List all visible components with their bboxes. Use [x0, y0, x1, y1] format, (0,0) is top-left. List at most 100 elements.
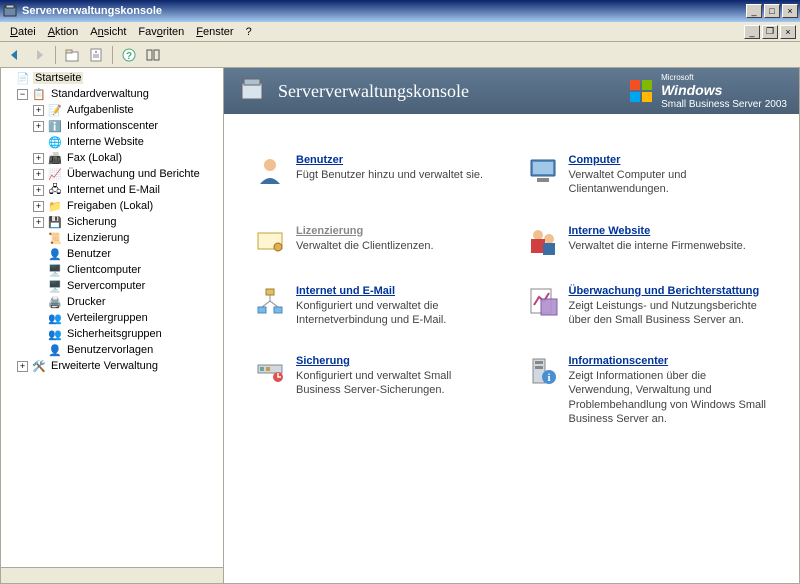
tile-desc: Verwaltet Computer und Clientanwendungen…: [569, 168, 769, 197]
app-icon: [2, 3, 18, 19]
mdi-close-button[interactable]: ×: [780, 25, 796, 39]
info-icon: i: [527, 355, 559, 387]
content-pane: Serververwaltungskonsole Microsoft Windo…: [224, 68, 800, 584]
home-icon: 📄: [15, 70, 31, 86]
tile-infocenter: i Informationscenter Zeigt Informationen …: [527, 355, 780, 426]
tile-infocenter-link[interactable]: Informationscenter: [569, 355, 769, 367]
backup-icon: [254, 355, 286, 387]
security-icon: 👥: [47, 326, 63, 342]
close-button[interactable]: ×: [782, 4, 798, 18]
tree-freigaben[interactable]: +📁Freigaben (Lokal): [1, 198, 223, 214]
menu-bar: Datei Aktion Ansicht Favoriten Fenster ?…: [0, 22, 800, 42]
network-icon: [254, 285, 286, 317]
tile-report-link[interactable]: Überwachung und Berichterstattung: [569, 285, 769, 297]
svg-text:?: ?: [126, 51, 132, 62]
tile-report: Überwachung und Berichterstattung Zeigt L…: [527, 285, 780, 328]
tree-sicherheit[interactable]: 👥Sicherheitsgruppen: [1, 326, 223, 342]
menu-datei[interactable]: Datei: [4, 24, 42, 40]
nav-tree[interactable]: 📄Startseite −📋Standardverwaltung +📝Aufga…: [0, 68, 224, 584]
computer-icon: [527, 154, 559, 186]
server-header-icon: [236, 75, 268, 107]
license-icon: [254, 225, 286, 257]
tile-sicherung: Sicherung Konfiguriert und verwaltet Smal…: [254, 355, 507, 426]
server-icon: 🖥️: [47, 278, 63, 294]
tree-server[interactable]: 🖥️Servercomputer: [1, 278, 223, 294]
minimize-button[interactable]: _: [746, 4, 762, 18]
tile-desc: Konfiguriert und verwaltet Small Busines…: [296, 369, 496, 398]
template-icon: 👤: [47, 342, 63, 358]
menu-help[interactable]: ?: [240, 24, 258, 40]
expand-icon[interactable]: +: [33, 105, 44, 116]
tree-website[interactable]: 🌐Interne Website: [1, 134, 223, 150]
expand-icon[interactable]: +: [33, 121, 44, 132]
tree-drucker[interactable]: 🖨️Drucker: [1, 294, 223, 310]
tree-aufgaben[interactable]: +📝Aufgabenliste: [1, 102, 223, 118]
tree-std[interactable]: −📋Standardverwaltung: [1, 86, 223, 102]
tile-desc: Verwaltet die interne Firmenwebsite.: [569, 239, 746, 253]
computer-icon: 🖥️: [47, 262, 63, 278]
tree-root[interactable]: 📄Startseite: [1, 70, 223, 86]
info-icon: ℹ️: [47, 118, 63, 134]
expand-icon[interactable]: +: [17, 361, 28, 372]
net-icon: 🖧: [47, 182, 63, 198]
tile-lizenz: LizenzierungVerwaltet die Clientlizenzen…: [254, 225, 507, 257]
tree-vorlagen[interactable]: 👤Benutzervorlagen: [1, 342, 223, 358]
tile-lizenz-link[interactable]: Lizenzierung: [296, 225, 434, 237]
collapse-icon[interactable]: −: [17, 89, 28, 100]
tree-internet[interactable]: +🖧Internet und E-Mail: [1, 182, 223, 198]
tree-sicherung[interactable]: +💾Sicherung: [1, 214, 223, 230]
tile-computer-link[interactable]: Computer: [569, 154, 769, 166]
tile-website: Interne Website Verwaltet die interne Fir…: [527, 225, 780, 257]
window-titlebar: Serververwaltungskonsole _ □ ×: [0, 0, 800, 22]
content-header: Serververwaltungskonsole Microsoft Windo…: [224, 68, 799, 114]
forward-button[interactable]: [28, 44, 50, 66]
show-hide-button[interactable]: [142, 44, 164, 66]
back-button[interactable]: [4, 44, 26, 66]
license-icon: 📜: [47, 230, 63, 246]
properties-button[interactable]: [85, 44, 107, 66]
tree-ueberwachung[interactable]: +📈Überwachung und Berichte: [1, 166, 223, 182]
tree-erweitert[interactable]: +🛠️Erweiterte Verwaltung: [1, 358, 223, 374]
tools-icon: 🛠️: [31, 358, 47, 374]
expand-icon[interactable]: +: [33, 153, 44, 164]
toolbar: ?: [0, 42, 800, 68]
content-title: Serververwaltungskonsole: [278, 81, 627, 102]
task-icon: 📝: [47, 102, 63, 118]
tile-grid: Benutzer Fügt Benutzer hinzu und verwalte…: [224, 114, 799, 446]
web-icon: 🌐: [47, 134, 63, 150]
tree-fax[interactable]: +📠Fax (Lokal): [1, 150, 223, 166]
user-icon: 👤: [47, 246, 63, 262]
mdi-minimize-button[interactable]: _: [744, 25, 760, 39]
up-button[interactable]: [61, 44, 83, 66]
menu-aktion[interactable]: Aktion: [42, 24, 85, 40]
tree-lizenz[interactable]: 📜Lizenzierung: [1, 230, 223, 246]
tree-client[interactable]: 🖥️Clientcomputer: [1, 262, 223, 278]
tile-desc: Zeigt Informationen über die Verwendung,…: [569, 369, 769, 426]
tile-benutzer: Benutzer Fügt Benutzer hinzu und verwalte…: [254, 154, 507, 197]
expand-icon[interactable]: +: [33, 169, 44, 180]
report-icon: [527, 285, 559, 317]
tile-benutzer-link[interactable]: Benutzer: [296, 154, 483, 166]
tile-desc: Zeigt Leistungs- und Nutzungsberichte üb…: [569, 299, 769, 328]
menu-favoriten[interactable]: Favoriten: [132, 24, 190, 40]
help-button[interactable]: ?: [118, 44, 140, 66]
expand-icon[interactable]: +: [33, 185, 44, 196]
tree-scrollbar[interactable]: [1, 567, 223, 583]
tree-info[interactable]: +ℹ️Informationscenter: [1, 118, 223, 134]
tile-internet-link[interactable]: Internet und E-Mail: [296, 285, 496, 297]
tile-desc: Konfiguriert und verwaltet die Internetv…: [296, 299, 496, 328]
printer-icon: 🖨️: [47, 294, 63, 310]
menu-fenster[interactable]: Fenster: [190, 24, 239, 40]
tile-internet: Internet und E-Mail Konfiguriert und verw…: [254, 285, 507, 328]
tree-benutzer[interactable]: 👤Benutzer: [1, 246, 223, 262]
folder-icon: 📋: [31, 86, 47, 102]
expand-icon[interactable]: +: [33, 217, 44, 228]
tile-website-link[interactable]: Interne Website: [569, 225, 746, 237]
menu-ansicht[interactable]: Ansicht: [84, 24, 132, 40]
tree-verteiler[interactable]: 👥Verteilergruppen: [1, 310, 223, 326]
tile-desc: Fügt Benutzer hinzu und verwaltet sie.: [296, 168, 483, 182]
expand-icon[interactable]: +: [33, 201, 44, 212]
tile-sicherung-link[interactable]: Sicherung: [296, 355, 496, 367]
maximize-button[interactable]: □: [764, 4, 780, 18]
mdi-restore-button[interactable]: ❐: [762, 25, 778, 39]
